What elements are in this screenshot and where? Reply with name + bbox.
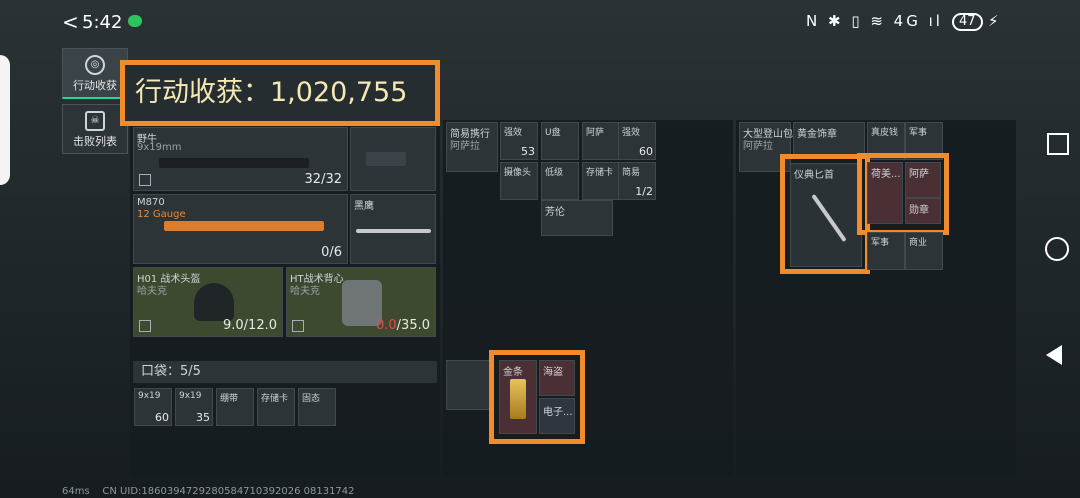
bag-item[interactable]: 黄金饰章 — [793, 122, 865, 158]
backpack-item[interactable]: 摄像头 — [500, 162, 538, 200]
backpack-rig[interactable]: 简易携行 阿萨拉 — [446, 122, 498, 172]
side-handle[interactable] — [0, 55, 10, 185]
weapon-slot-pistol[interactable] — [350, 127, 436, 191]
bag-item[interactable]: 商业 — [905, 232, 943, 270]
lock-icon — [139, 320, 151, 332]
back-arrow-icon[interactable]: < — [62, 10, 79, 34]
battery-indicator: 47 — [952, 13, 983, 31]
footer-info: 64ms CN UID:1860394729280584710392026 08… — [62, 486, 355, 497]
backpack-item[interactable]: 简易 1/2 — [618, 162, 656, 200]
bag-item[interactable]: 阿萨 — [905, 162, 941, 198]
wechat-icon — [128, 15, 142, 27]
lock-icon — [139, 174, 151, 186]
ping-label: 64ms — [62, 486, 90, 497]
dagger-image — [811, 193, 847, 243]
knife-image — [356, 229, 431, 233]
pocket-item[interactable]: 存储卡 — [257, 388, 295, 426]
harvest-value-banner: 行动收获：1,020,755 — [120, 60, 440, 126]
shotgun-image — [164, 221, 324, 231]
pocket-header: 口袋：5/5 — [133, 361, 437, 383]
pouch-container[interactable] — [446, 360, 490, 410]
back-button[interactable] — [1046, 345, 1062, 365]
bag-item[interactable]: 军事 — [867, 232, 905, 270]
weapon-slot-secondary[interactable]: M870 12 Gauge 0/6 — [133, 194, 348, 264]
pistol-silhouette — [366, 152, 406, 166]
status-time: 5:42 — [82, 12, 123, 33]
gold-bar-item[interactable]: 金条 — [499, 360, 537, 434]
weapon-slot-primary[interactable]: 野牛 9x19mm 32/32 — [133, 127, 348, 191]
vest-slot[interactable]: HT战术背心 哈夫克 0.0/35.0 — [286, 267, 436, 337]
tab-kill-list[interactable]: ☠ 击败列表 — [62, 104, 128, 154]
backpack-item[interactable]: 阿萨 — [582, 122, 620, 160]
backpack-item[interactable]: 芳伦 — [541, 200, 613, 236]
lock-icon — [292, 320, 304, 332]
tab-harvest[interactable]: ◎ 行动收获 — [62, 48, 128, 99]
pocket-item[interactable]: 绷带 — [216, 388, 254, 426]
target-icon: ◎ — [85, 55, 105, 75]
recent-apps-button[interactable] — [1047, 133, 1069, 155]
bag-item[interactable]: 勋章 — [905, 198, 941, 224]
gold-bar-icon — [510, 379, 526, 419]
pocket-item[interactable]: 9x19 60 — [134, 388, 172, 426]
pocket-item[interactable]: 固态 — [298, 388, 336, 426]
melee-slot[interactable]: 黑鹰 — [350, 194, 436, 264]
smg-image — [159, 158, 309, 168]
backpack-item[interactable]: 低级 — [541, 162, 579, 200]
home-button[interactable] — [1045, 237, 1069, 261]
system-status-icons: N ✱ ▯ ≋ 4G ıl — [806, 12, 943, 30]
uid-label: CN UID:1860394729280584710392026 0813174… — [102, 486, 355, 497]
backpack-item[interactable]: 强效 60 — [618, 122, 656, 160]
ceremonial-dagger-item[interactable]: 仪典匕首 — [790, 163, 862, 267]
electronics-item[interactable]: 电子... — [539, 398, 575, 434]
backpack-item[interactable]: 强效 53 — [500, 122, 538, 160]
skull-icon: ☠ — [85, 111, 105, 131]
pirate-coin-item[interactable]: 海盗 — [539, 360, 575, 396]
charging-icon: ⚡ — [988, 12, 999, 30]
backpack-item[interactable]: 存储卡 — [582, 162, 620, 200]
backpack-item[interactable]: U盘 — [541, 122, 579, 160]
helmet-slot[interactable]: H01 战术头盔 哈夫克 9.0/12.0 — [133, 267, 283, 337]
pocket-item[interactable]: 9x19 35 — [175, 388, 213, 426]
helmet-image — [194, 283, 234, 321]
bag-item[interactable]: 荷美... — [867, 162, 903, 224]
